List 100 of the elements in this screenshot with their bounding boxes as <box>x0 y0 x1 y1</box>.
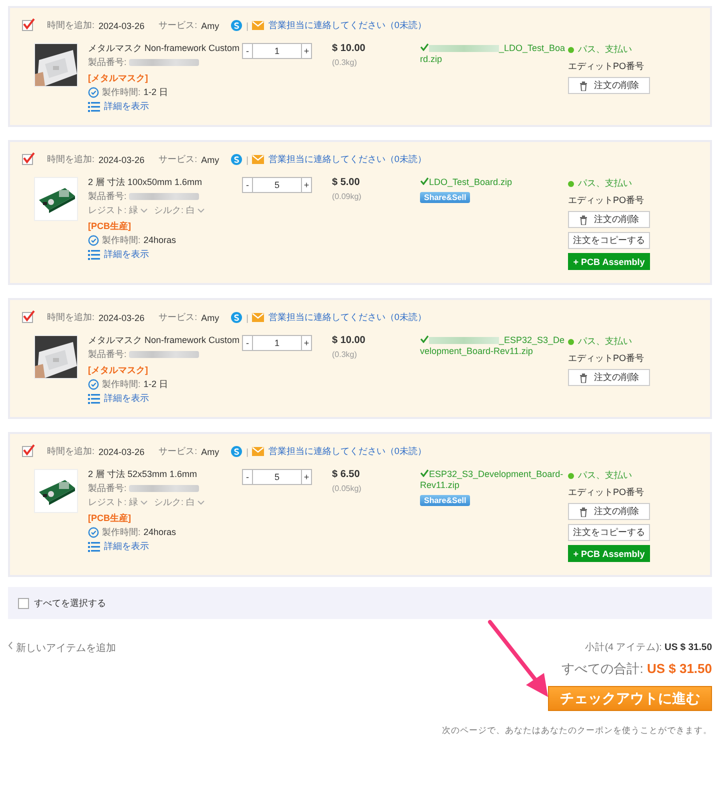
lead-time-value: 24horas <box>144 235 176 246</box>
increment-button[interactable]: + <box>301 336 311 350</box>
select-all-checkbox[interactable] <box>18 598 29 608</box>
added-date: 2024-03-26 <box>98 312 145 322</box>
quantity-value[interactable]: 1 <box>253 336 301 350</box>
decrement-button[interactable]: - <box>243 470 253 484</box>
chevron-left-icon <box>8 641 13 650</box>
service-label: サービス: <box>158 311 198 324</box>
quantity-value[interactable]: 5 <box>253 178 301 192</box>
weight-text: (0.3kg) <box>332 350 358 359</box>
details-link[interactable]: 詳細を表示 <box>104 249 149 260</box>
increment-button[interactable]: + <box>301 44 311 58</box>
decrement-button[interactable]: - <box>243 336 253 350</box>
decrement-button[interactable]: - <box>243 178 253 192</box>
clock-check-icon <box>88 527 99 538</box>
service-name: Amy <box>201 154 220 164</box>
separator: | <box>246 154 248 164</box>
details-link[interactable]: 詳細を表示 <box>104 101 149 112</box>
delete-order-button[interactable]: 注文の削除 <box>568 369 650 386</box>
redacted-mark <box>429 45 499 52</box>
skype-icon[interactable] <box>231 312 242 323</box>
list-icon <box>88 250 100 260</box>
add-item-link[interactable]: 新しいアイテムを追加 <box>16 641 116 655</box>
weight-text: (0.3kg) <box>332 58 358 67</box>
weight-text: (0.05kg) <box>332 484 362 493</box>
check-icon <box>420 335 429 343</box>
delete-order-button[interactable]: 注文の削除 <box>568 211 650 228</box>
delete-order-button[interactable]: 注文の削除 <box>568 77 650 94</box>
status-text: パス、支払い <box>578 469 632 482</box>
clock-check-icon <box>88 235 99 246</box>
skype-icon[interactable] <box>231 446 242 457</box>
price-value: $ 10.00 <box>332 335 366 346</box>
details-link[interactable]: 詳細を表示 <box>104 541 149 552</box>
mail-icon[interactable] <box>252 313 264 322</box>
service-name: Amy <box>201 446 220 456</box>
quantity-value[interactable]: 1 <box>253 44 301 58</box>
lead-time-label: 製作時間: <box>102 87 141 98</box>
item-checkbox[interactable] <box>22 312 33 323</box>
part-number-label: 製品番号: <box>88 57 127 68</box>
redacted-mark <box>128 485 199 492</box>
skype-icon[interactable] <box>231 154 242 165</box>
details-link[interactable]: 詳細を表示 <box>104 393 149 404</box>
separator: | <box>246 446 248 456</box>
added-label: 時間を追加: <box>47 445 95 458</box>
skype-icon[interactable] <box>231 20 242 31</box>
mail-icon[interactable] <box>252 21 264 30</box>
status-dot <box>568 180 574 186</box>
decrement-button[interactable]: - <box>243 44 253 58</box>
redacted-mark <box>128 59 199 66</box>
weight-text: (0.09kg) <box>332 192 362 201</box>
service-name: Amy <box>201 20 220 30</box>
list-icon <box>88 102 100 112</box>
edit-po-link[interactable]: エディットPO番号 <box>568 194 658 207</box>
redacted-mark <box>128 351 199 358</box>
added-date: 2024-03-26 <box>98 446 145 456</box>
added-date: 2024-03-26 <box>98 20 145 30</box>
item-checkbox[interactable] <box>22 20 33 31</box>
price-value: $ 10.00 <box>332 43 366 54</box>
pcb-assembly-button[interactable]: + PCB Assembly <box>568 253 650 270</box>
product-name: メタルマスク Non-framework Custom <box>88 43 241 54</box>
service-label: サービス: <box>158 445 198 458</box>
quantity-value[interactable]: 5 <box>253 470 301 484</box>
mail-icon[interactable] <box>252 447 264 456</box>
copy-order-button[interactable]: 注文をコピーする <box>568 524 650 541</box>
edit-po-link[interactable]: エディットPO番号 <box>568 60 658 73</box>
lead-time-value: 24horas <box>144 527 176 538</box>
contact-link[interactable]: 営業担当に連絡してください（0未読） <box>268 311 426 324</box>
contact-link[interactable]: 営業担当に連絡してください（0未読） <box>268 153 426 166</box>
increment-button[interactable]: + <box>301 470 311 484</box>
edit-po-link[interactable]: エディットPO番号 <box>568 486 658 499</box>
category-label: [PCB生産] <box>88 221 132 232</box>
increment-button[interactable]: + <box>301 178 311 192</box>
item-checkbox[interactable] <box>22 446 33 457</box>
item-checkbox[interactable] <box>22 154 33 165</box>
mail-icon[interactable] <box>252 155 264 164</box>
status-text: パス、支払い <box>578 177 632 190</box>
price-value: $ 5.00 <box>332 177 361 188</box>
lead-time-label: 製作時間: <box>102 379 141 390</box>
part-number-label: 製品番号: <box>88 349 127 360</box>
status-dot <box>568 338 574 344</box>
select-all-label: すべてを選択する <box>34 596 106 610</box>
contact-link[interactable]: 営業担当に連絡してください（0未読） <box>268 445 426 458</box>
list-icon <box>88 394 100 404</box>
status-dot <box>568 472 574 478</box>
lead-time-value: 1-2 日 <box>144 87 168 98</box>
product-name: 2 層 寸法 52x53mm 1.6mm <box>88 469 198 480</box>
delete-order-button[interactable]: 注文の削除 <box>568 503 650 520</box>
category-label: [メタルマスク] <box>88 73 149 84</box>
part-number-label: 製品番号: <box>88 483 127 494</box>
contact-link[interactable]: 営業担当に連絡してください（0未読） <box>268 19 426 32</box>
edit-po-link[interactable]: エディットPO番号 <box>568 352 658 365</box>
check-icon <box>420 177 429 185</box>
service-label: サービス: <box>158 19 198 32</box>
chevron-down-icon <box>140 500 148 505</box>
separator: | <box>246 20 248 30</box>
check-icon <box>420 469 429 477</box>
pcb-assembly-button[interactable]: + PCB Assembly <box>568 545 650 562</box>
copy-order-button[interactable]: 注文をコピーする <box>568 232 650 249</box>
service-label: サービス: <box>158 153 198 166</box>
separator: | <box>246 312 248 322</box>
